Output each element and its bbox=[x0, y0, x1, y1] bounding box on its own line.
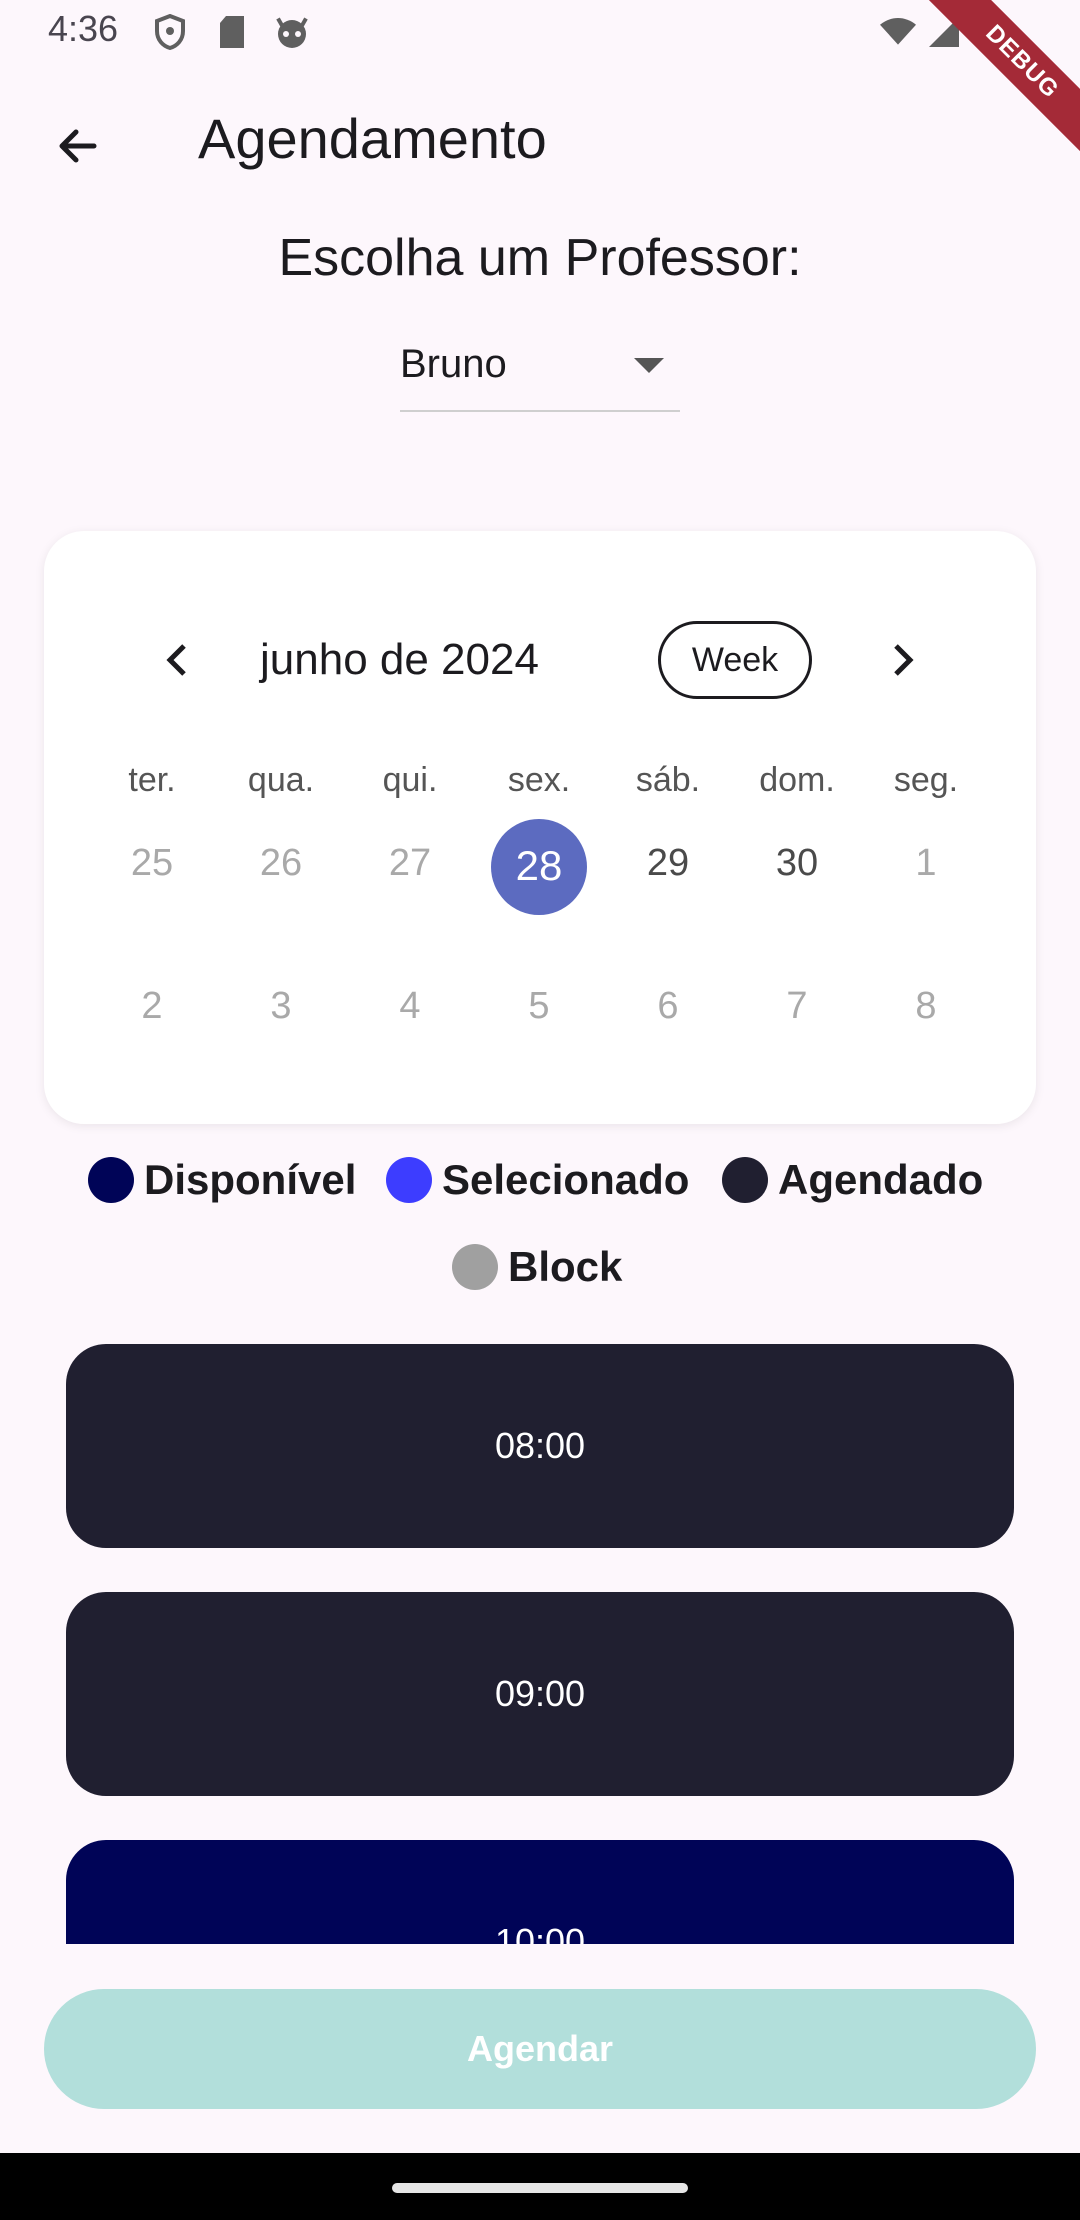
weekday-label: qui. bbox=[382, 761, 438, 799]
shield-icon bbox=[152, 14, 188, 50]
legend-dot bbox=[722, 1157, 768, 1203]
legend-item-selecionado: Selecionado bbox=[386, 1150, 689, 1210]
legend-dot bbox=[88, 1157, 134, 1203]
calendar-day[interactable]: 5 bbox=[479, 985, 599, 1028]
time-slot-list[interactable]: 08:00 09:00 10:00 bbox=[66, 1344, 1014, 1944]
weekday-label: sáb. bbox=[635, 761, 701, 799]
calendar-day[interactable]: 27 bbox=[350, 842, 470, 885]
calendar-card: junho de 2024 Week ter. qua. qui. sex. s… bbox=[44, 531, 1036, 1124]
calendar-day[interactable]: 3 bbox=[221, 985, 341, 1028]
page-title: Agendamento bbox=[198, 107, 547, 170]
weekday-label: seg. bbox=[893, 761, 959, 799]
arrow-back-icon[interactable] bbox=[40, 108, 116, 184]
debug-banner: DEBUG bbox=[900, 0, 1080, 180]
legend-dot bbox=[452, 1244, 498, 1290]
time-slot[interactable]: 08:00 bbox=[66, 1344, 1014, 1548]
legend-label: Agendado bbox=[778, 1156, 984, 1203]
weekday-label: dom. bbox=[759, 761, 835, 799]
legend-dot bbox=[386, 1157, 432, 1203]
weekday-label: sex. bbox=[507, 761, 571, 799]
weekday-label: ter. bbox=[128, 761, 176, 799]
calendar-day[interactable]: 8 bbox=[866, 985, 986, 1028]
legend-label: Selecionado bbox=[442, 1156, 690, 1203]
calendar-day-selected[interactable]: 28 bbox=[479, 842, 599, 890]
chevron-right-icon[interactable] bbox=[878, 635, 928, 685]
professor-selected-value: Bruno bbox=[400, 342, 507, 386]
calendar-day[interactable]: 2 bbox=[92, 985, 212, 1028]
calendar-month-label[interactable]: junho de 2024 bbox=[260, 635, 539, 685]
calendar-day[interactable]: 29 bbox=[608, 842, 728, 885]
calendar-day[interactable]: 1 bbox=[866, 842, 986, 885]
legend-label: Disponível bbox=[144, 1156, 357, 1203]
time-slot[interactable]: 10:00 bbox=[66, 1840, 1014, 1944]
debug-banner-label: DEBUG bbox=[914, 0, 1080, 170]
calendar-day[interactable]: 25 bbox=[92, 842, 212, 885]
legend-item-disponivel: Disponível bbox=[88, 1150, 356, 1210]
system-nav-bar bbox=[0, 2153, 1080, 2220]
calendar-day[interactable]: 30 bbox=[737, 842, 857, 885]
weekday-label: qua. bbox=[247, 761, 315, 799]
calendar-day[interactable]: 6 bbox=[608, 985, 728, 1028]
professor-label: Escolha um Professor: bbox=[278, 229, 802, 287]
time-slot[interactable]: 09:00 bbox=[66, 1592, 1014, 1796]
calendar-day[interactable]: 7 bbox=[737, 985, 857, 1028]
calendar-day[interactable]: 26 bbox=[221, 842, 341, 885]
calendar-day[interactable]: 4 bbox=[350, 985, 470, 1028]
agendar-button[interactable]: Agendar bbox=[44, 1989, 1036, 2109]
calendar-format-button[interactable]: Week bbox=[658, 621, 812, 699]
sd-card-icon bbox=[214, 14, 250, 50]
chevron-left-icon[interactable] bbox=[152, 635, 202, 685]
dropdown-arrow-icon bbox=[634, 358, 664, 373]
status-time: 4:36 bbox=[48, 8, 119, 49]
professor-dropdown[interactable]: Bruno bbox=[400, 330, 680, 412]
home-handle[interactable] bbox=[392, 2183, 688, 2193]
android-face-icon bbox=[274, 14, 310, 50]
legend-item-agendado: Agendado bbox=[722, 1150, 983, 1210]
legend-label: Block bbox=[508, 1243, 623, 1290]
legend-item-block: Block bbox=[452, 1237, 622, 1297]
